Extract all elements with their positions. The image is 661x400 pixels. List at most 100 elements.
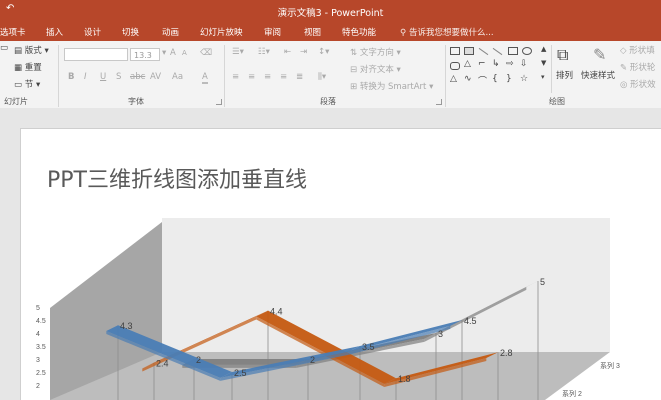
section-button[interactable]: ▭ 节 ▾ (14, 78, 40, 90)
change-case-button[interactable]: Aa (172, 72, 183, 82)
arrange-button[interactable]: 排列 (556, 69, 573, 81)
gallery-scroll-down-icon[interactable]: ▼ (541, 59, 546, 67)
depth-axis-label: 系列 2 (562, 389, 582, 398)
data-label: 4.5 (464, 316, 477, 326)
group-label-drawing: 绘图 (549, 97, 565, 106)
shape-effects-button[interactable]: ◎ 形状效 (620, 78, 656, 90)
data-label: 2.4 (156, 359, 169, 369)
title-bar: ↶ 演示文稿3 - PowerPoint (0, 0, 661, 22)
y-tick-label: 3.5 (36, 344, 46, 351)
shrink-font-button[interactable]: A (182, 49, 187, 57)
font-size-dropdown-icon[interactable]: ▾ (162, 48, 166, 58)
brace-right-shape-icon[interactable]: } (506, 74, 512, 84)
tab-animations[interactable]: 动画 (162, 26, 179, 38)
bent-connector-icon[interactable]: ↳ (492, 59, 500, 69)
tell-me-text: 告诉我您想要做什么... (408, 28, 494, 38)
arc-shape-icon[interactable]: ⌒ (478, 74, 487, 87)
layout-button[interactable]: ▤ 版式 ▾ (14, 44, 49, 56)
underline-button[interactable]: U (100, 72, 106, 82)
line-spacing-icon[interactable]: ↕▾ (318, 47, 329, 57)
pen-icon: ✎ (620, 63, 630, 73)
y-tick-label: 4.5 (36, 318, 46, 325)
oval-shape-icon[interactable] (522, 47, 532, 55)
font-dialog-launcher-icon[interactable] (216, 99, 222, 105)
numbering-icon[interactable]: ☷▾ (258, 47, 270, 57)
lightbulb-icon: ⚲ (400, 28, 409, 38)
text-direction-button[interactable]: ⇅ 文字方向 ▾ (350, 46, 401, 58)
convert-smartart-button[interactable]: ⊞ 转换为 SmartArt ▾ (350, 80, 433, 92)
data-label: 4.4 (270, 307, 283, 317)
group-separator (58, 45, 59, 107)
columns-icon[interactable]: ⫼▾ (318, 72, 326, 82)
font-size-input[interactable]: 13.3 (130, 48, 160, 61)
brace-left-shape-icon[interactable]: { (492, 74, 498, 84)
tab-design[interactable]: 设计 (84, 26, 101, 38)
data-label: 2.8 (500, 348, 513, 358)
group-label-paragraph: 段落 (320, 97, 336, 106)
rectangle-shape-icon[interactable] (508, 47, 518, 55)
distribute-icon[interactable]: ≣ (296, 72, 303, 82)
right-arrow-shape-icon[interactable]: ⇨ (506, 59, 514, 69)
arrow-shape-icon[interactable] (492, 47, 503, 56)
shape-fill-button[interactable]: ◇ 形状填 (620, 44, 655, 56)
down-arrow-shape-icon[interactable]: ⇩ (520, 59, 528, 69)
align-right-icon[interactable]: ≡ (264, 72, 271, 82)
y-tick-label: 3 (36, 357, 40, 364)
gallery-more-icon[interactable]: ▾ (541, 73, 545, 81)
clear-formatting-icon[interactable]: ⌫ (200, 48, 212, 58)
bullets-icon[interactable]: ☰▾ (232, 47, 244, 57)
reset-icon: ▦ (14, 63, 25, 73)
group-separator (224, 45, 225, 107)
data-label: 5 (540, 277, 545, 287)
data-label: 2 (196, 355, 201, 365)
y-tick-label: 4 (36, 331, 40, 338)
italic-button[interactable]: I (84, 72, 87, 82)
y-tick-label: 2.5 (36, 370, 46, 377)
font-color-button[interactable]: A (202, 72, 208, 84)
align-left-icon[interactable]: ≡ (232, 72, 239, 82)
line-shape-icon[interactable] (478, 47, 489, 56)
gallery-scroll-up-icon[interactable]: ▲ (541, 45, 546, 53)
paragraph-dialog-launcher-icon[interactable] (436, 99, 442, 105)
triangle-shape-icon[interactable]: △ (464, 59, 471, 69)
decrease-indent-icon[interactable]: ⇤ (284, 47, 291, 57)
grow-font-button[interactable]: A (170, 48, 176, 58)
tab-review[interactable]: 审阅 (264, 26, 281, 38)
tab-view[interactable]: 视图 (304, 26, 321, 38)
tell-me-box[interactable]: ⚲ 告诉我您想要做什么... (400, 26, 494, 38)
font-name-input[interactable] (64, 48, 128, 61)
ribbon-tabs: 选项卡 插入 设计 切换 动画 幻灯片放映 审阅 视图 特色功能 ⚲ 告诉我您想… (0, 22, 661, 41)
freeform-shape-icon[interactable]: △ (450, 74, 457, 84)
increase-indent-icon[interactable]: ⇥ (300, 47, 307, 57)
tab-options[interactable]: 选项卡 (0, 26, 26, 38)
data-label: 3.5 (362, 342, 375, 352)
vertical-textbox-shape-icon[interactable] (464, 47, 474, 55)
quick-styles-button[interactable]: 快速样式 (581, 69, 615, 81)
align-text-button[interactable]: ⊟ 对齐文本 ▾ (350, 63, 401, 75)
tab-transitions[interactable]: 切换 (122, 26, 139, 38)
group-label-slides: 幻灯片 (4, 97, 28, 106)
data-label: 4.3 (120, 321, 133, 331)
rounded-rect-shape-icon[interactable] (450, 62, 460, 70)
bold-button[interactable]: B (68, 72, 74, 82)
shapes-gallery[interactable]: △ ⌐ ↳ ⇨ ⇩ △ ∿ ⌒ { } ☆ (450, 45, 546, 91)
new-slide-icon[interactable]: ▭ (0, 43, 8, 53)
justify-icon[interactable]: ≡ (280, 72, 287, 82)
curve-shape-icon[interactable]: ∿ (464, 74, 472, 84)
align-center-icon[interactable]: ≡ (248, 72, 255, 82)
elbow-connector-icon[interactable]: ⌐ (478, 59, 486, 69)
star-shape-icon[interactable]: ☆ (520, 74, 528, 84)
strikethrough-button[interactable]: S (116, 72, 121, 82)
shadow-button[interactable]: abc (130, 72, 145, 82)
tab-special-features[interactable]: 特色功能 (342, 26, 376, 38)
textbox-shape-icon[interactable] (450, 47, 460, 55)
tab-insert[interactable]: 插入 (46, 26, 63, 38)
shape-outline-button[interactable]: ✎ 形状轮 (620, 61, 655, 73)
tab-slideshow[interactable]: 幻灯片放映 (200, 26, 243, 38)
reset-button[interactable]: ▦ 重置 (14, 61, 42, 73)
quick-styles-icon: ✎ (593, 45, 607, 64)
smartart-icon: ⊞ (350, 82, 360, 92)
character-spacing-button[interactable]: AV (150, 72, 161, 82)
chart-3d-line[interactable]: 2 2 3 5 2.4 4.4 1.8 2.8 4.3 2.5 3.5 4.5 5 4.5 4 3.5 3 2.… (0, 108, 661, 400)
group-separator (445, 45, 446, 107)
